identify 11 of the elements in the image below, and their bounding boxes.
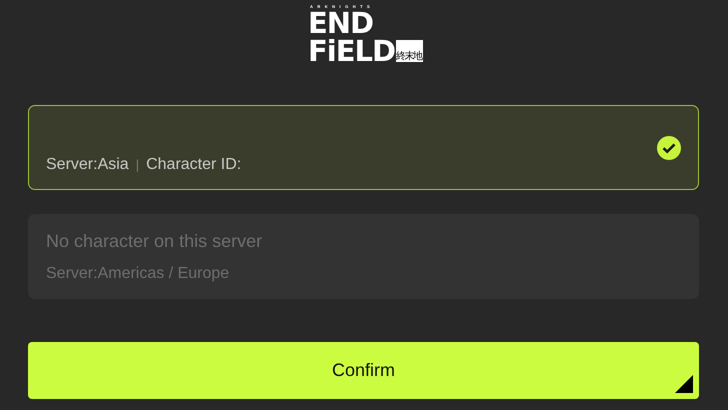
logo-badge: 終末地 [396, 40, 424, 62]
server-label: Server:Asia [46, 154, 129, 174]
confirm-button[interactable]: Confirm [28, 342, 699, 399]
logo-text: FiELD [308, 37, 396, 65]
server-label: Server:Americas / Europe [46, 264, 230, 282]
check-icon [657, 136, 681, 160]
logo-text: END [308, 9, 374, 37]
character-id-label: Character ID: [146, 154, 242, 174]
card-title: No character on this server [46, 230, 264, 252]
server-card[interactable]: Server:Asia | Character ID: [28, 105, 699, 190]
separator: | [136, 156, 140, 174]
